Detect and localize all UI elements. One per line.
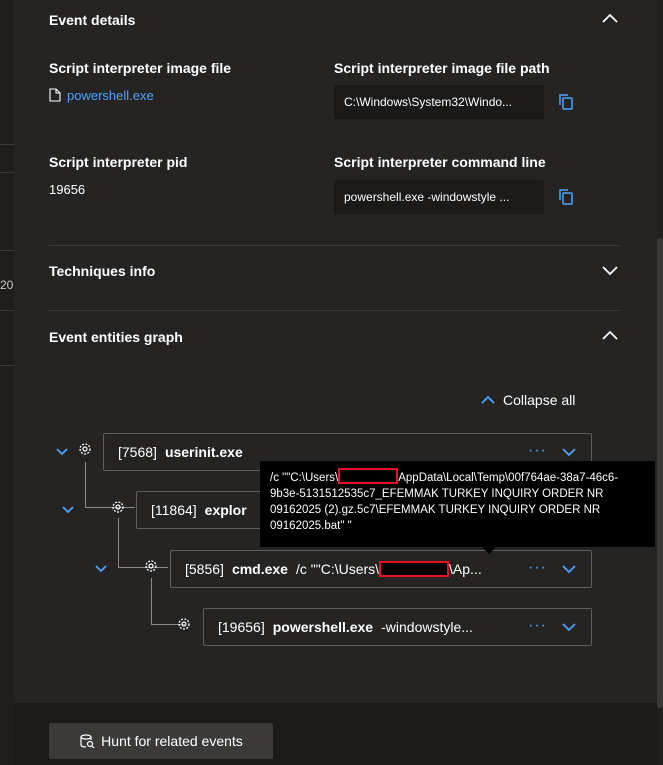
- hunt-button-label: Hunt for related events: [101, 733, 243, 749]
- collapse-all-button[interactable]: Collapse all: [479, 391, 575, 409]
- hunt-related-events-button[interactable]: Hunt for related events: [49, 723, 273, 759]
- command-line-tooltip: /c ""C:\Users\ AppData\Local\Temp\00f764a…: [260, 461, 655, 554]
- process-gear-icon: [143, 558, 159, 574]
- process-args-tail: \Ap...: [449, 561, 482, 577]
- image-file-value: powershell.exe: [49, 88, 154, 105]
- expand-techniques-chevron-down-icon[interactable]: [599, 259, 621, 281]
- process-name: userinit.exe: [164, 444, 243, 460]
- background-page-strip: 20: [0, 0, 14, 765]
- techniques-info-heading[interactable]: Techniques info: [49, 263, 155, 279]
- redaction-box: [379, 561, 450, 577]
- cmdline-label: Script interpreter command line: [334, 154, 546, 170]
- file-icon: [49, 88, 61, 105]
- process-node-cmd[interactable]: [5856] cmd.exe /c ""C:\Users\ \Ap... ···: [170, 550, 592, 588]
- tree-expand-chevron-down-icon[interactable]: [54, 443, 70, 459]
- process-args: /c ""C:\Users\: [295, 561, 380, 577]
- process-pid: [7568]: [118, 444, 157, 460]
- node-dropdown-chevron-icon[interactable]: [559, 442, 579, 462]
- process-gear-icon: [176, 616, 192, 632]
- image-path-value: C:\Windows\System32\Windo...: [334, 85, 544, 119]
- background-divider: [0, 310, 14, 311]
- collapse-graph-chevron-up-icon[interactable]: [599, 325, 621, 347]
- process-node-powershell[interactable]: [19656] powershell.exe -windowstyle... ·…: [203, 608, 592, 646]
- copy-cmdline-icon[interactable]: [556, 187, 576, 207]
- background-divider: [0, 365, 14, 366]
- panel-footer: Hunt for related events: [14, 703, 657, 765]
- pid-label: Script interpreter pid: [49, 154, 188, 170]
- entities-graph-heading[interactable]: Event entities graph: [49, 329, 183, 345]
- node-dropdown-chevron-icon[interactable]: [559, 617, 579, 637]
- image-file-link[interactable]: powershell.exe: [67, 88, 154, 103]
- collapse-all-label: Collapse all: [503, 392, 576, 408]
- image-path-label: Script interpreter image file path: [334, 60, 550, 76]
- redaction-box: [338, 468, 399, 484]
- pid-value: 19656: [49, 182, 86, 197]
- background-divider: [0, 250, 14, 251]
- process-name: cmd.exe: [231, 561, 288, 577]
- process-gear-icon: [77, 441, 93, 457]
- chevron-up-icon: [481, 395, 495, 404]
- collapse-event-details-chevron-up-icon[interactable]: [599, 8, 621, 30]
- scrollbar-thumb[interactable]: [657, 238, 663, 708]
- process-pid: [19656]: [218, 619, 265, 635]
- scrollbar-track[interactable]: [657, 0, 663, 765]
- copy-image-path-icon[interactable]: [556, 92, 576, 112]
- section-divider: [49, 245, 619, 246]
- tree-expand-chevron-down-icon[interactable]: [60, 501, 76, 517]
- more-actions-icon[interactable]: ···: [528, 442, 547, 460]
- process-gear-icon: [110, 499, 126, 515]
- image-file-label: Script interpreter image file: [49, 60, 232, 76]
- process-pid: [5856]: [185, 561, 224, 577]
- event-details-panel: Event details Script interpreter image f…: [14, 0, 657, 765]
- node-dropdown-chevron-icon[interactable]: [559, 559, 579, 579]
- cmdline-value: powershell.exe -windowstyle ...: [334, 180, 544, 214]
- section-divider: [49, 310, 619, 311]
- process-pid: [11864]: [151, 502, 197, 518]
- more-actions-icon[interactable]: ···: [528, 617, 547, 635]
- process-name: explor: [204, 502, 247, 518]
- process-name: powershell.exe: [272, 619, 374, 635]
- event-details-heading: Event details: [49, 12, 136, 28]
- database-search-icon: [80, 734, 95, 749]
- more-actions-icon[interactable]: ···: [528, 559, 547, 577]
- background-divider: [0, 144, 14, 145]
- tooltip-arrow: [482, 547, 496, 554]
- background-cut-text: 20: [0, 278, 14, 292]
- process-args: -windowstyle...: [381, 619, 473, 635]
- tree-expand-chevron-down-icon[interactable]: [93, 560, 109, 576]
- background-divider: [0, 172, 14, 173]
- tooltip-text-start: /c ""C:\Users\: [270, 472, 339, 484]
